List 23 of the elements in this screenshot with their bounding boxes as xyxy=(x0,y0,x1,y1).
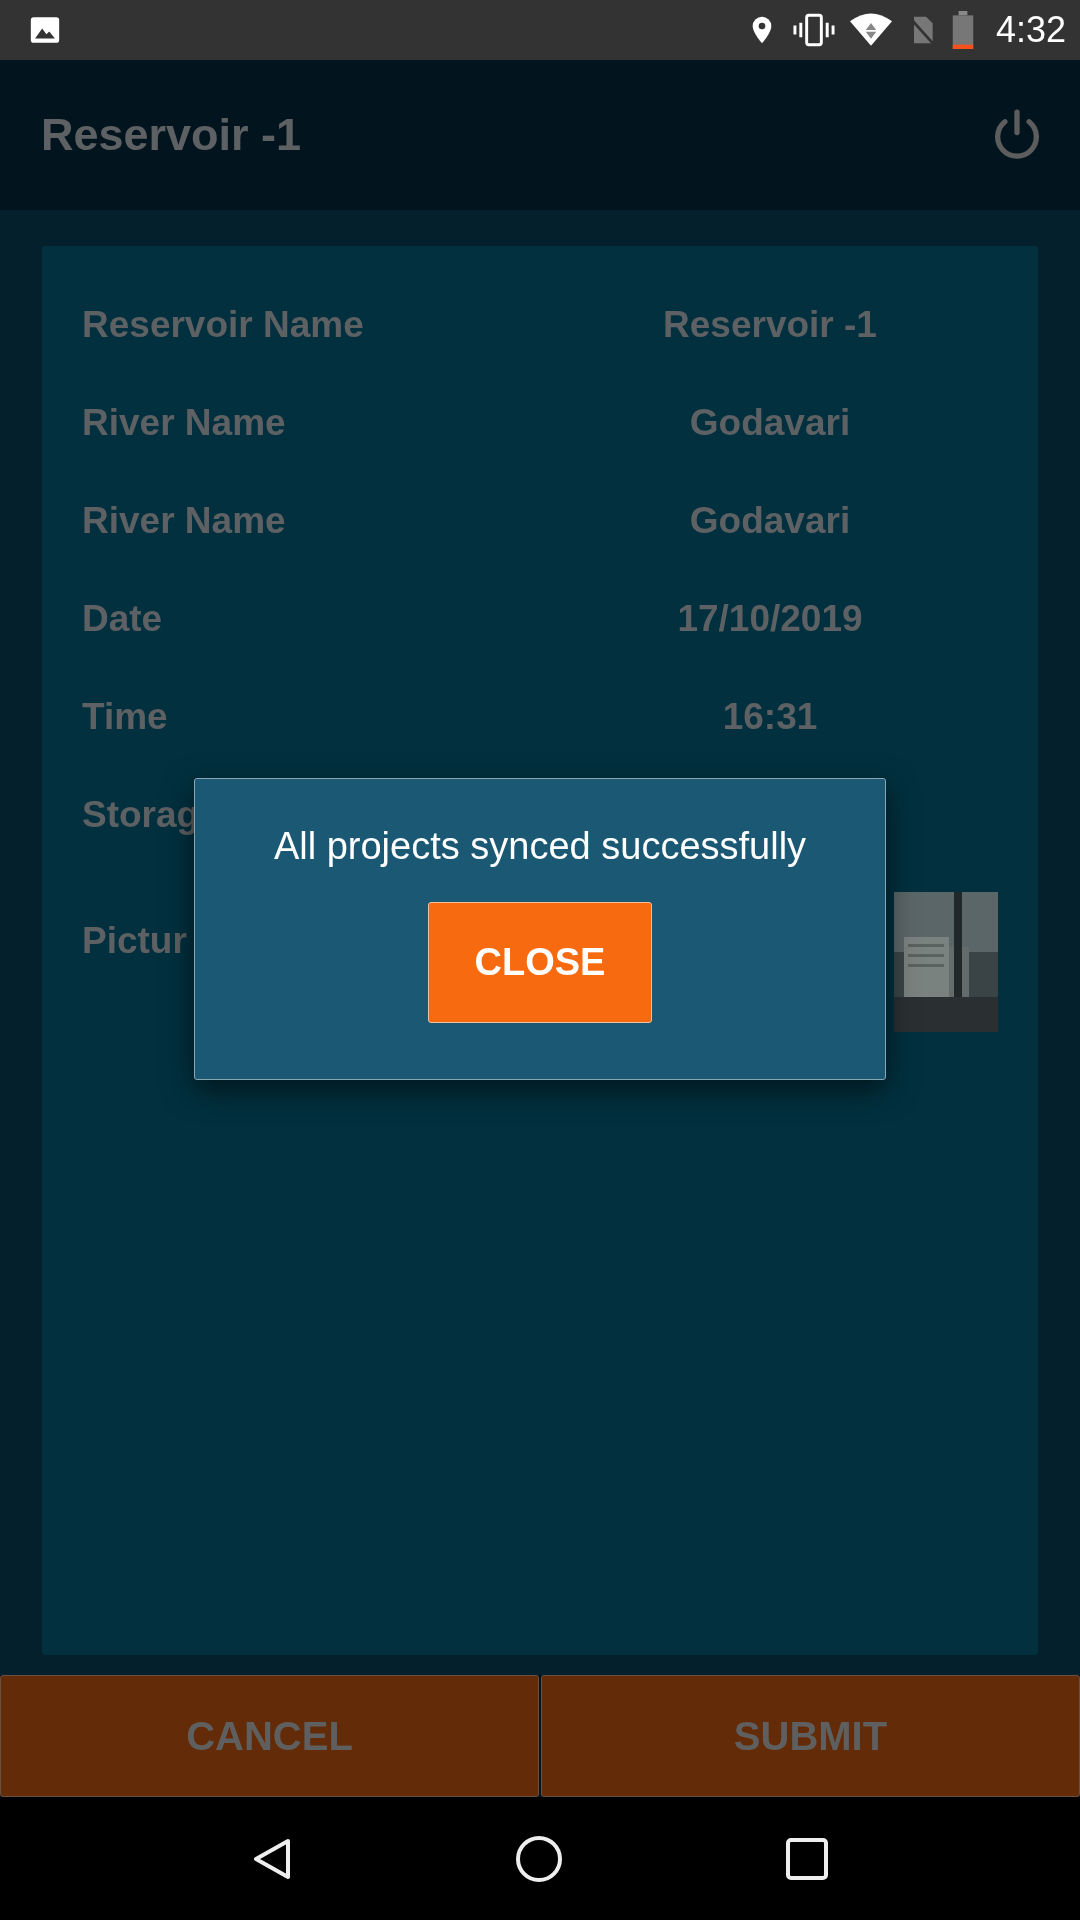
field-value: Godavari xyxy=(688,500,852,542)
close-button[interactable]: CLOSE xyxy=(428,902,652,1023)
battery-icon xyxy=(951,11,974,49)
action-button[interactable]: CANCEL xyxy=(0,1675,539,1797)
field-label: Time xyxy=(82,696,169,738)
recents-icon[interactable] xyxy=(786,1837,829,1880)
clock-time: 4:32 xyxy=(995,9,1066,51)
field-label: Date xyxy=(82,598,164,640)
field-label: River Name xyxy=(82,500,287,542)
field-value: Godavari xyxy=(688,402,852,444)
field-value: 16:31 xyxy=(721,696,819,738)
home-icon[interactable] xyxy=(515,1834,563,1883)
vibrate-icon xyxy=(791,12,836,48)
dialog-message: All projects synced successfully xyxy=(273,825,807,868)
field-label: Reservoir Name xyxy=(82,304,365,346)
field-value: 17/10/2019 xyxy=(676,598,864,640)
field-value: Reservoir -1 xyxy=(662,304,878,346)
field-label: Storag xyxy=(82,794,201,836)
action-button[interactable]: SUBMIT xyxy=(541,1675,1080,1797)
wifi-icon xyxy=(849,12,892,48)
screen-title: Reservoir -1 xyxy=(41,109,302,161)
field-label: River Name xyxy=(82,402,287,444)
back-icon[interactable] xyxy=(251,1836,292,1881)
